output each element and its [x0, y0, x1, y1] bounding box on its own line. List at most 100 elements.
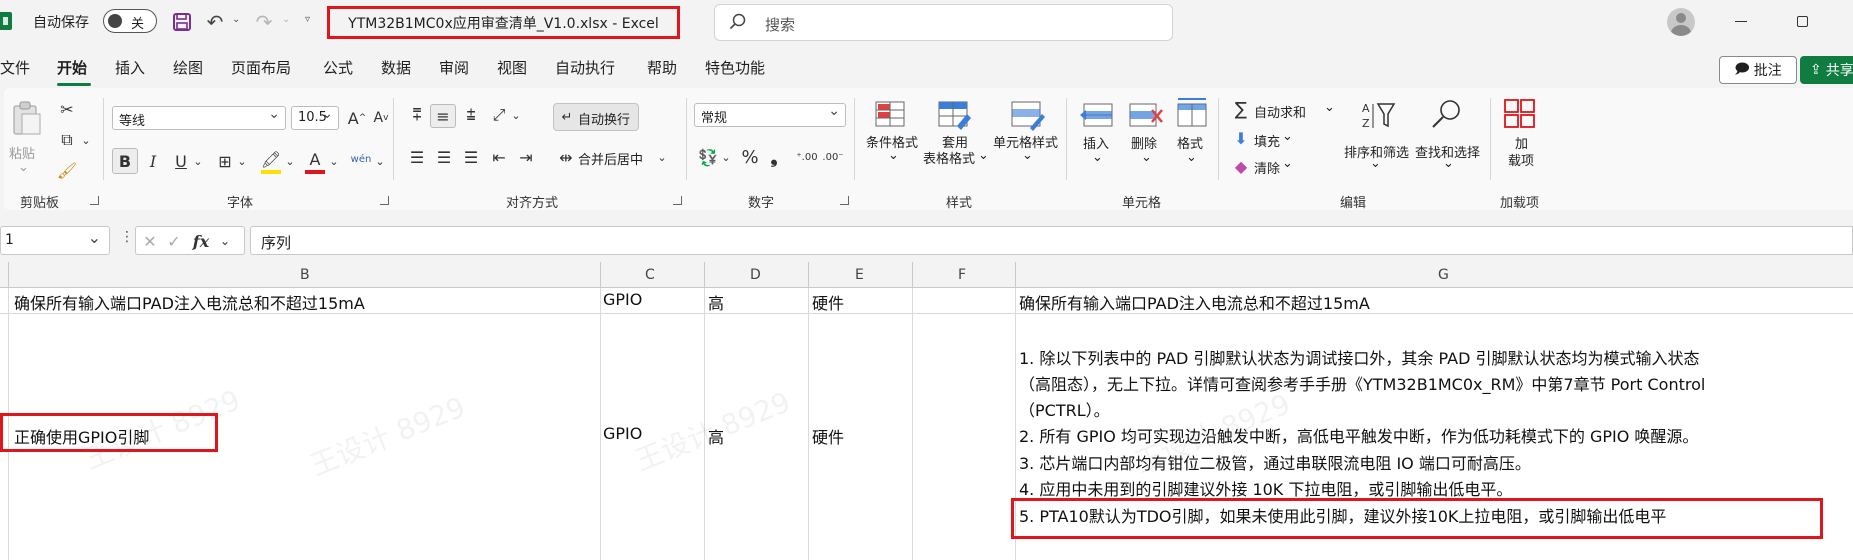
font-launcher-icon[interactable]: [380, 196, 389, 205]
underline-button[interactable]: U: [170, 148, 192, 174]
align-center-icon[interactable]: ☰: [432, 146, 456, 168]
clear-label[interactable]: 清除: [1254, 158, 1280, 177]
font-color-icon[interactable]: A: [304, 146, 326, 172]
cell-g2-line-4[interactable]: 2. 所有 GPIO 均可实现边沿触发中断，高低电平触发中断，作为低功耗模式下的…: [1019, 423, 1698, 447]
insert-cells-icon[interactable]: [1080, 100, 1116, 132]
sort-filter-dropdown-icon[interactable]: ⌄: [1370, 156, 1381, 171]
alignment-launcher-icon[interactable]: [673, 196, 682, 205]
cut-icon[interactable]: ✂: [56, 99, 78, 119]
wrap-text-button[interactable]: ↵ 自动换行: [553, 103, 639, 131]
percent-icon[interactable]: %: [738, 146, 762, 168]
redo-icon[interactable]: ↷: [251, 9, 277, 35]
insert-cells-dropdown-icon[interactable]: ⌄: [1092, 150, 1103, 165]
formula-input[interactable]: 序列: [250, 226, 1853, 255]
cell-g1[interactable]: 确保所有输入端口PAD注入电流总和不超过15mA: [1019, 290, 1370, 314]
number-format-select[interactable]: 常规: [694, 103, 846, 127]
borders-dropdown-icon[interactable]: ⌄: [236, 148, 248, 174]
align-right-icon[interactable]: ☰: [459, 146, 483, 168]
align-bottom-icon[interactable]: ⩲: [459, 104, 483, 126]
column-header-f[interactable]: F: [958, 267, 966, 283]
customize-toolbar-icon[interactable]: ▿: [305, 14, 310, 25]
clear-dropdown-icon[interactable]: ⌄: [1282, 156, 1293, 171]
increase-font-icon[interactable]: A ^: [346, 107, 368, 129]
align-left-icon[interactable]: ☰: [405, 146, 429, 168]
autosum-label[interactable]: 自动求和: [1254, 102, 1306, 121]
sort-filter-icon[interactable]: AZ: [1360, 100, 1396, 132]
restore-icon[interactable]: [1797, 16, 1808, 27]
conditional-format-dropdown-icon[interactable]: ⌄: [888, 148, 899, 163]
account-avatar[interactable]: [1667, 8, 1695, 36]
cell-d1[interactable]: 高: [708, 290, 724, 314]
cell-c2[interactable]: GPIO: [603, 424, 642, 443]
fill-color-icon[interactable]: 🖍: [260, 146, 282, 172]
more-icon[interactable]: ⋮: [120, 229, 134, 245]
cell-g2-line-3[interactable]: （PCTRL）。: [1019, 397, 1110, 421]
tab-view[interactable]: 视图: [497, 57, 527, 78]
cell-g2-line-1[interactable]: 1. 除以下列表中的 PAD 引脚默认状态为调试接口外，其余 PAD 引脚默认状…: [1019, 345, 1699, 369]
cell-g2-line-5[interactable]: 3. 芯片端口内部均有钳位二极管，通过串联限流电阻 IO 端口可耐高压。: [1019, 450, 1531, 474]
autosum-dropdown-icon[interactable]: ⌄: [1324, 100, 1335, 115]
column-header-c[interactable]: C: [645, 267, 655, 283]
search-box[interactable]: 搜索: [714, 4, 1173, 41]
format-as-table-label-2[interactable]: 表格格式: [923, 148, 975, 167]
merge-center-icon[interactable]: ⇹: [556, 146, 576, 168]
col-divider[interactable]: [1015, 262, 1016, 288]
currency-dropdown-icon[interactable]: ⌄: [720, 146, 732, 168]
increase-indent-icon[interactable]: ⇥: [514, 146, 538, 168]
tab-formulas[interactable]: 公式: [323, 57, 353, 78]
col-divider[interactable]: [704, 262, 705, 288]
cell-styles-dropdown-icon[interactable]: ⌄: [1022, 148, 1033, 163]
format-painter-icon[interactable]: 🖌: [56, 160, 78, 180]
tab-automate[interactable]: 自动执行: [555, 57, 615, 78]
autosum-icon[interactable]: ∑: [1232, 99, 1250, 120]
decrease-indent-icon[interactable]: ⇤: [487, 146, 511, 168]
orientation-icon[interactable]: ⤢: [487, 104, 511, 126]
copy-icon[interactable]: ⧉: [56, 130, 78, 150]
clipboard-launcher-icon[interactable]: [90, 196, 99, 205]
share-button[interactable]: ⇪ 共享: [1800, 56, 1853, 84]
cell-g2-line-7[interactable]: 5. PTA10默认为TDO引脚，如果未使用此引脚，建议外接10K上拉电阻，或引…: [1019, 503, 1666, 527]
col-divider[interactable]: [600, 262, 601, 288]
tab-features[interactable]: 特色功能: [705, 57, 765, 78]
tab-file[interactable]: 文件: [0, 57, 30, 78]
cancel-icon[interactable]: ✕: [140, 230, 160, 252]
delete-cells-dropdown-icon[interactable]: ⌄: [1141, 150, 1152, 165]
merge-center-label[interactable]: 合并后居中: [578, 149, 643, 168]
tab-review[interactable]: 审阅: [439, 57, 469, 78]
add-ins-label-2[interactable]: 载项: [1508, 150, 1534, 169]
enter-icon[interactable]: ✓: [164, 230, 184, 252]
cell-g2-line-6[interactable]: 4. 应用中未用到的引脚建议外接 10K 下拉电阻，或引脚输出低电平。: [1019, 476, 1512, 500]
fill-dropdown-icon[interactable]: ⌄: [1282, 129, 1293, 144]
tab-page-layout[interactable]: 页面布局: [231, 57, 291, 78]
align-top-icon[interactable]: ⩱: [405, 104, 429, 126]
font-size-select[interactable]: 10.5: [291, 106, 339, 130]
format-as-table-icon[interactable]: [937, 100, 973, 132]
cell-d2[interactable]: 高: [708, 424, 724, 448]
clear-icon[interactable]: ◆: [1232, 156, 1250, 176]
column-header-e[interactable]: E: [855, 267, 864, 283]
redo-dropdown-icon[interactable]: ⌄: [282, 14, 290, 25]
find-select-dropdown-icon[interactable]: ⌄: [1443, 156, 1454, 171]
add-ins-icon[interactable]: [1502, 98, 1538, 130]
undo-dropdown-icon[interactable]: ⌄: [232, 14, 240, 25]
name-box[interactable]: 1: [0, 226, 110, 255]
font-color-dropdown-icon[interactable]: ⌄: [328, 148, 340, 174]
tab-help[interactable]: 帮助: [647, 57, 677, 78]
col-divider[interactable]: [912, 262, 913, 288]
cell-g2-line-2[interactable]: （高阻态），无上下拉。详情可查阅参考手手册《YTM32B1MC0x_RM》中第7…: [1019, 371, 1705, 395]
underline-dropdown-icon[interactable]: ⌄: [192, 148, 204, 174]
format-cells-dropdown-icon[interactable]: ⌄: [1186, 150, 1197, 165]
col-divider[interactable]: [8, 262, 9, 288]
fill-icon[interactable]: ⬇: [1232, 128, 1250, 148]
bold-button[interactable]: B: [112, 148, 138, 174]
paste-icon[interactable]: [8, 100, 44, 136]
tab-home[interactable]: 开始: [57, 57, 87, 78]
cell-b1[interactable]: 确保所有输入端口PAD注入电流总和不超过15mA: [14, 290, 365, 314]
decrease-font-icon[interactable]: Av: [370, 107, 392, 129]
insert-function-button[interactable]: fx: [188, 229, 214, 253]
function-dropdown-icon[interactable]: ⌄: [218, 230, 232, 252]
orientation-dropdown-icon[interactable]: ⌄: [510, 104, 522, 126]
copy-dropdown-icon[interactable]: ⌄: [80, 130, 92, 150]
currency-icon[interactable]: 💱: [696, 146, 720, 168]
phonetic-dropdown-icon[interactable]: ⌄: [374, 148, 386, 174]
